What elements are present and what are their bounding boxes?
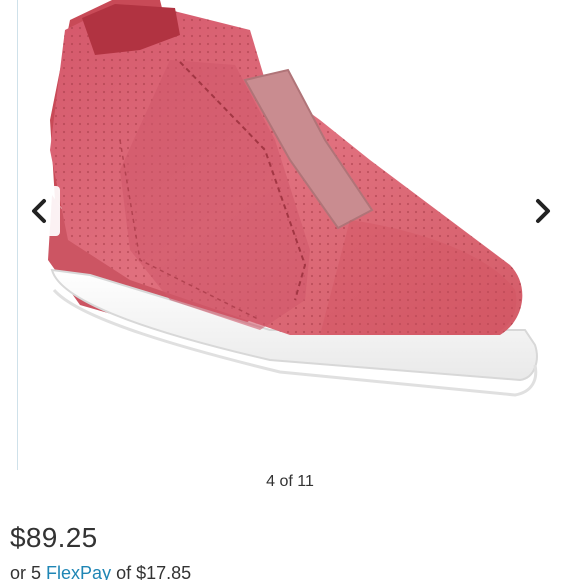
image-carousel[interactable] [0,0,580,470]
image-counter: 4 of 11 [266,473,314,490]
product-price: $89.25 [10,522,98,553]
installment-prefix: or 5 [10,563,42,580]
product-detail-page: 4 of 11 $89.25 or 5 FlexPay of $17.85 [0,0,580,580]
product-image[interactable] [20,0,560,460]
flexpay-link[interactable]: FlexPay [46,563,111,580]
installment-info: or 5 FlexPay of $17.85 [10,563,191,580]
previous-image-button[interactable] [18,186,60,236]
next-image-button[interactable] [522,186,564,236]
installment-suffix: of $17.85 [116,563,192,580]
chevron-right-icon [536,199,550,223]
chevron-left-icon [32,199,46,223]
